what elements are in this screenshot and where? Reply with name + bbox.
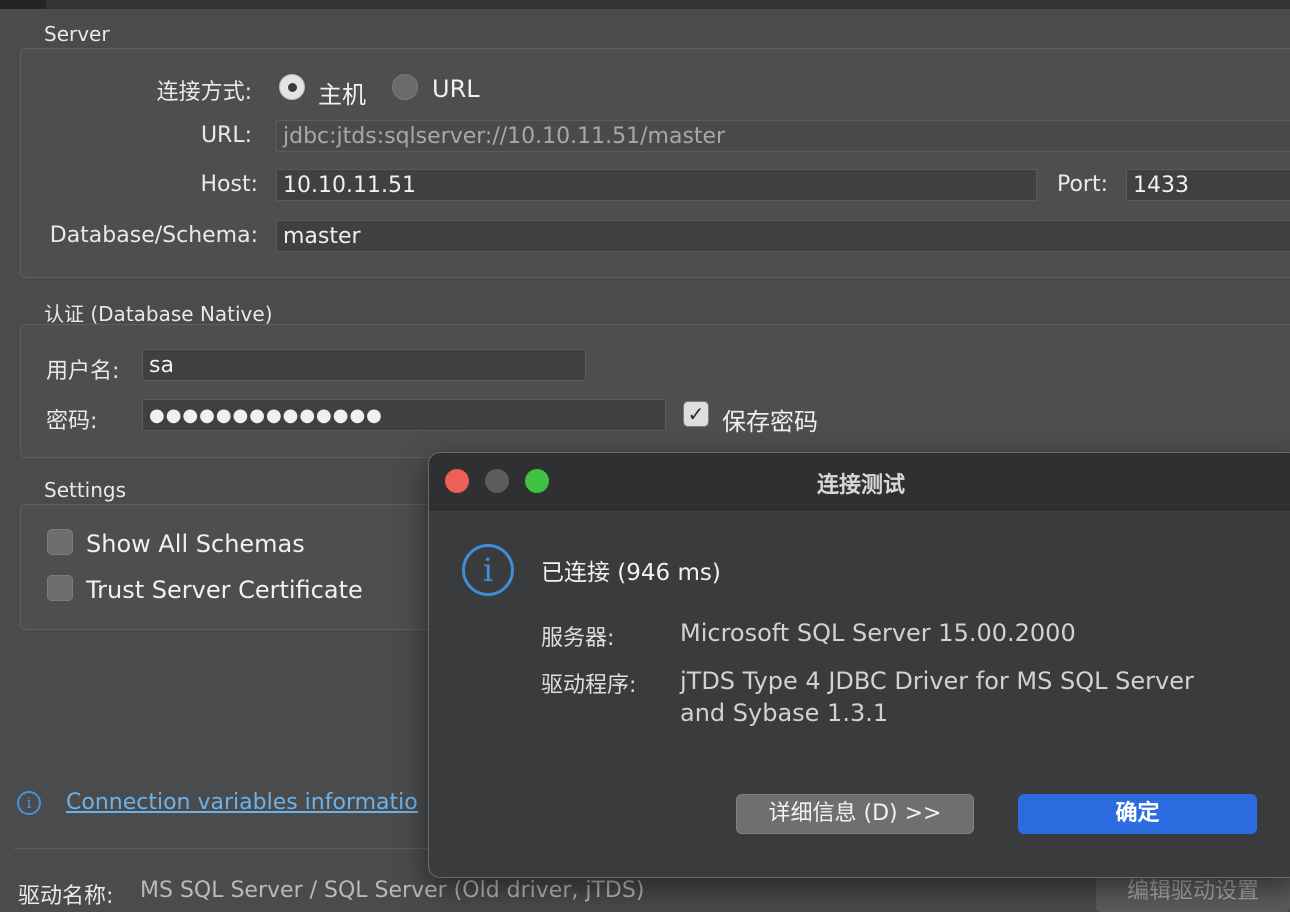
- mode-url-label[interactable]: URL: [432, 75, 480, 103]
- url-field[interactable]: jdbc:jtds:sqlserver://10.10.11.51/master: [276, 120, 1290, 152]
- details-button[interactable]: 详细信息 (D) >>: [736, 794, 974, 834]
- host-field[interactable]: 10.10.11.51: [276, 169, 1037, 201]
- connect-mode-label: 连接方式:: [156, 80, 252, 105]
- username-field[interactable]: sa: [142, 349, 586, 381]
- driver-name-value: MS SQL Server / SQL Server (Old driver, …: [140, 878, 645, 903]
- trust-cert-label[interactable]: Trust Server Certificate: [86, 576, 363, 604]
- info-icon: i: [17, 791, 41, 815]
- driver-label: 驱动程序:: [541, 673, 637, 698]
- dialog-titlebar: 连接测试: [429, 453, 1290, 510]
- host-label: Host:: [200, 172, 258, 197]
- password-field[interactable]: ●●●●●●●●●●●●●●: [142, 399, 666, 431]
- server-section-title: Server: [44, 22, 110, 46]
- info-icon: i: [462, 544, 514, 596]
- port-field[interactable]: 1433: [1126, 169, 1290, 201]
- save-password-checkbox[interactable]: ✓: [683, 401, 709, 427]
- server-value: Microsoft SQL Server 15.00.2000: [680, 619, 1076, 647]
- show-all-schemas-checkbox[interactable]: [47, 529, 73, 555]
- top-bar: [0, 0, 1290, 9]
- password-label: 密码:: [46, 409, 98, 434]
- edit-driver-button[interactable]: 编辑驱动设置: [1096, 872, 1290, 912]
- username-label: 用户名:: [46, 359, 120, 384]
- url-label: URL:: [200, 123, 252, 148]
- mode-url-radio[interactable]: [392, 74, 418, 100]
- active-tab[interactable]: [0, 0, 46, 9]
- database-label: Database/Schema:: [49, 223, 258, 248]
- driver-name-label: 驱动名称:: [18, 884, 114, 909]
- settings-section-title: Settings: [44, 478, 127, 502]
- auth-group: [20, 324, 1290, 458]
- server-label: 服务器:: [541, 626, 615, 651]
- ok-button[interactable]: 确定: [1018, 794, 1257, 834]
- auth-section-title: 认证 (Database Native): [44, 302, 273, 326]
- trust-cert-checkbox[interactable]: [47, 575, 73, 601]
- mode-host-radio[interactable]: [279, 74, 305, 100]
- save-password-label[interactable]: 保存密码: [722, 402, 818, 437]
- connection-variables-link[interactable]: Connection variables informatio: [66, 790, 418, 815]
- dialog-title: 连接测试: [816, 473, 905, 498]
- database-field[interactable]: master: [276, 220, 1290, 252]
- port-label: Port:: [1056, 172, 1108, 197]
- connection-status: 已连接 (946 ms): [541, 560, 721, 586]
- connection-test-dialog: 连接测试 i 已连接 (946 ms) 服务器: Microsoft SQL S…: [428, 452, 1290, 878]
- mode-host-label[interactable]: 主机: [318, 75, 366, 110]
- driver-value: jTDS Type 4 JDBC Driver for MS SQL Serve…: [680, 667, 1194, 727]
- show-all-schemas-label[interactable]: Show All Schemas: [86, 530, 305, 558]
